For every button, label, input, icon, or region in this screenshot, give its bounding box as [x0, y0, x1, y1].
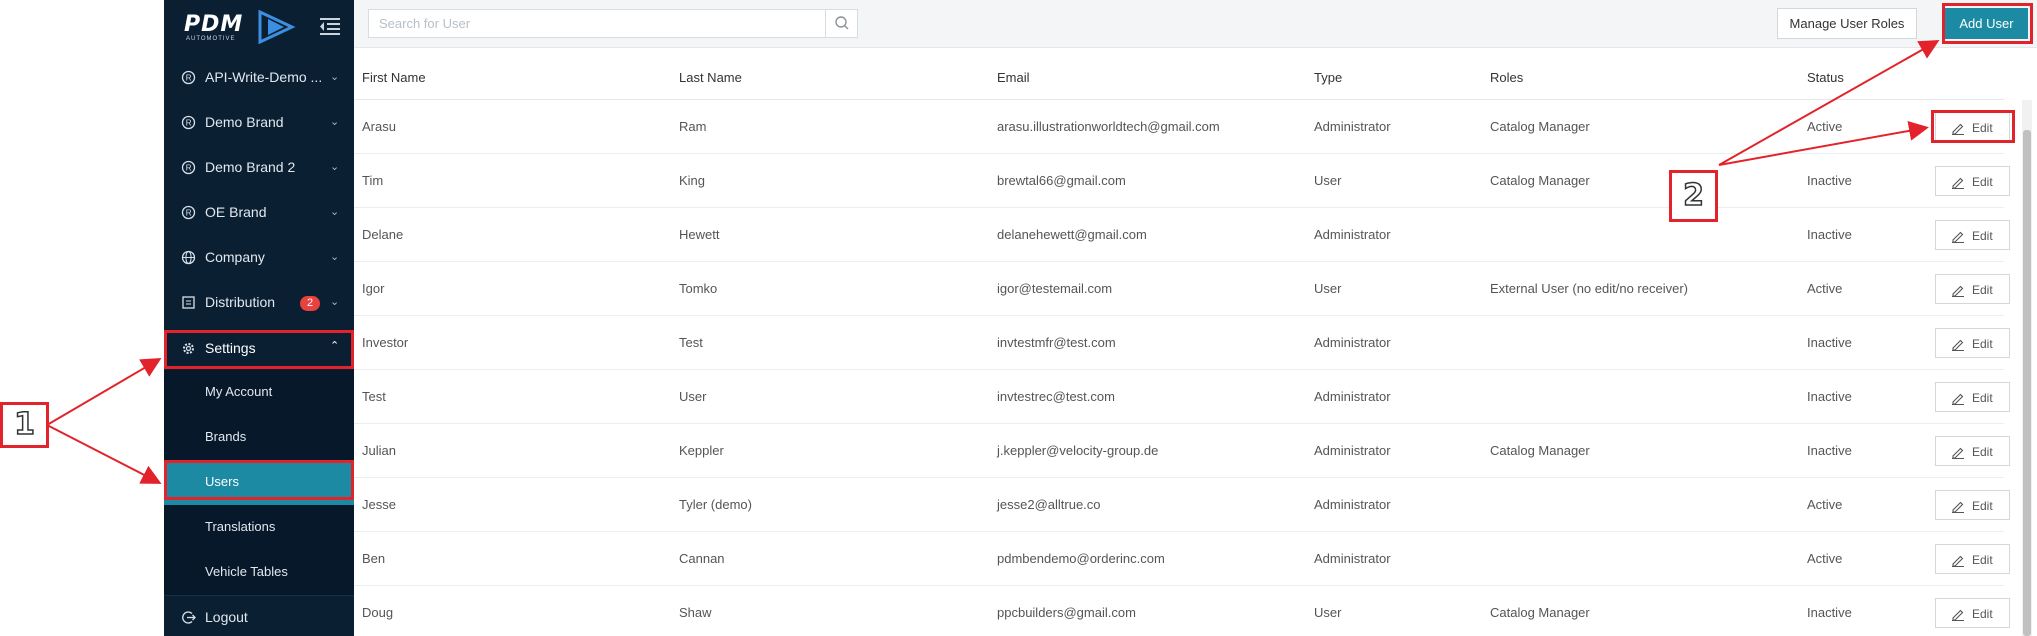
arrow-to-users [46, 424, 162, 484]
arrow-to-settings [46, 357, 162, 426]
screenshot-root: PDM AUTOMOTIVE R API-Write-Demo ... ⌄ R … [0, 0, 2037, 636]
arrow-to-add-user [1718, 40, 1940, 166]
annotation-arrows [46, 40, 1940, 484]
step-2-label: 2 [1669, 170, 1718, 222]
step-1-label: 1 [0, 402, 49, 448]
